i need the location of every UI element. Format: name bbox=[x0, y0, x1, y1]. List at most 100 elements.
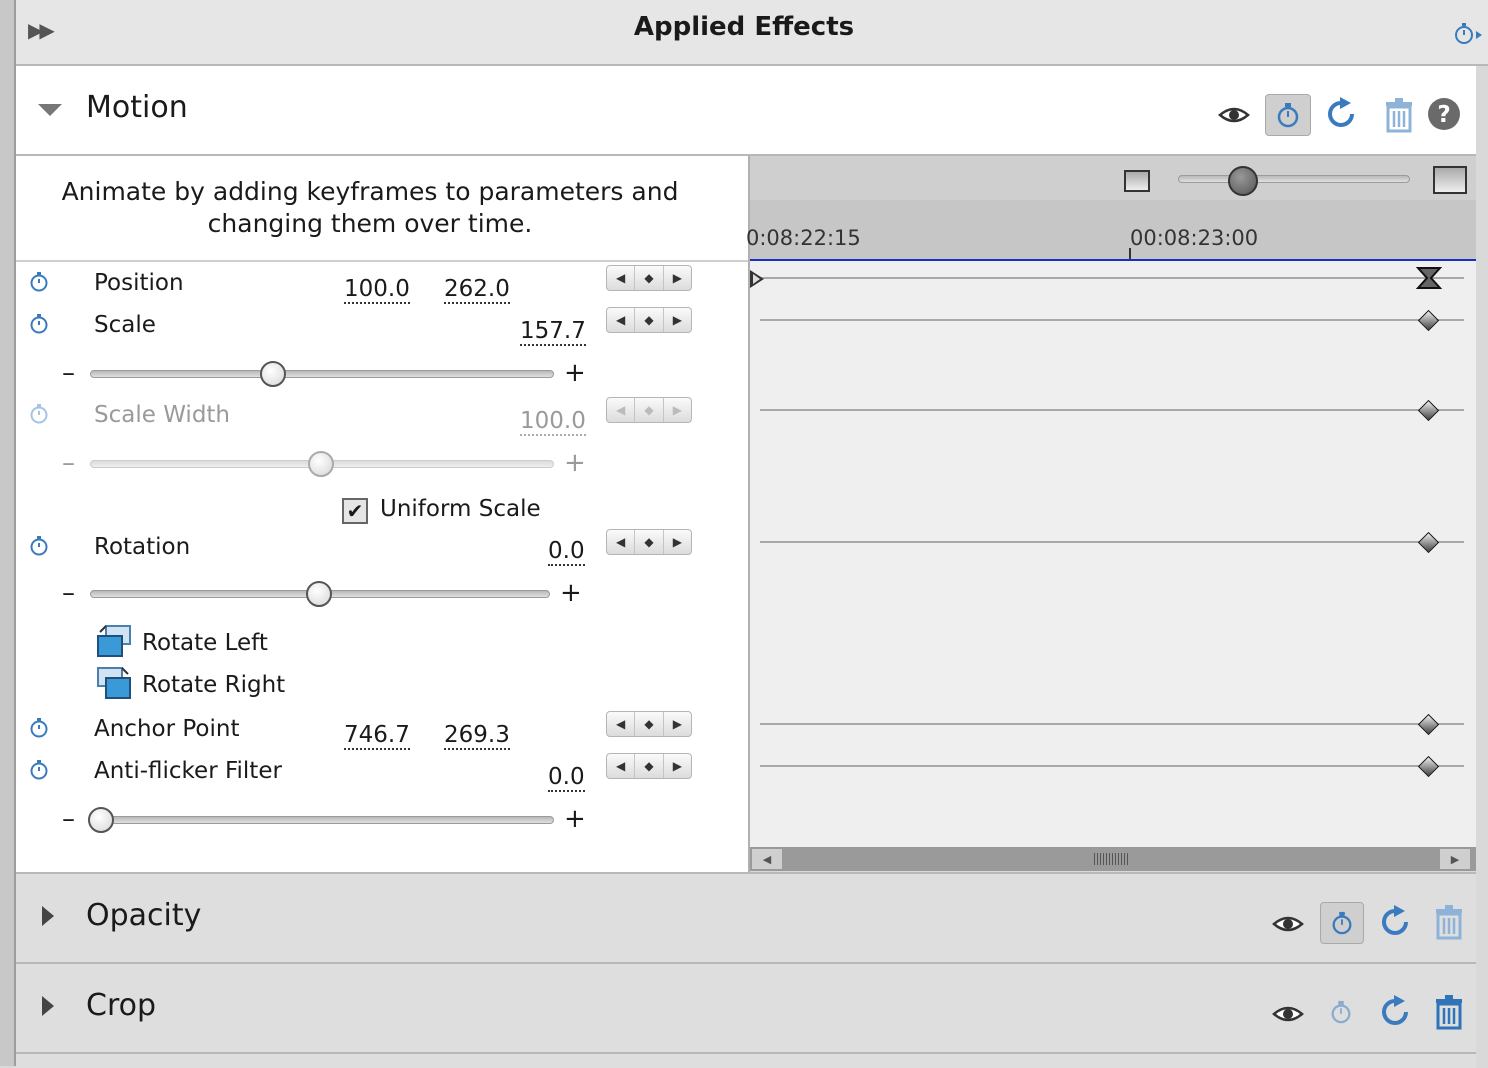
stopwatch-icon[interactable] bbox=[28, 758, 50, 780]
increase-icon[interactable]: + bbox=[564, 358, 586, 388]
position-y-value[interactable]: 262.0 bbox=[444, 276, 510, 304]
motion-title: Motion bbox=[86, 90, 188, 125]
rotate-right-icon[interactable] bbox=[96, 666, 132, 702]
stopwatch-icon bbox=[1332, 911, 1352, 935]
toggle-animation-button[interactable] bbox=[1320, 902, 1364, 944]
zoom-in-icon[interactable] bbox=[1433, 166, 1467, 194]
anti-flicker-slider[interactable] bbox=[90, 816, 554, 824]
next-keyframe-icon[interactable]: ▶ bbox=[664, 308, 691, 332]
next-keyframe-icon[interactable]: ▶ bbox=[664, 754, 691, 778]
rotate-left-label[interactable]: Rotate Left bbox=[142, 630, 268, 656]
left-panel-edge bbox=[0, 0, 16, 1066]
reset-icon[interactable] bbox=[1378, 904, 1414, 940]
current-time-indicator-icon[interactable] bbox=[1416, 266, 1442, 290]
scale-value[interactable]: 157.7 bbox=[520, 318, 586, 346]
stopwatch-icon[interactable] bbox=[1329, 998, 1353, 1026]
anti-flicker-label: Anti-flicker Filter bbox=[94, 758, 282, 784]
anti-flicker-value[interactable]: 0.0 bbox=[548, 764, 585, 792]
reset-icon[interactable] bbox=[1378, 994, 1414, 1030]
position-label: Position bbox=[94, 270, 184, 296]
trash-icon[interactable] bbox=[1383, 97, 1415, 133]
zoom-out-icon[interactable] bbox=[1124, 170, 1150, 192]
decrease-icon[interactable]: – bbox=[62, 578, 75, 608]
anchor-point-x-value[interactable]: 746.7 bbox=[344, 722, 410, 750]
crop-title: Crop bbox=[86, 988, 157, 1023]
opacity-title: Opacity bbox=[86, 898, 202, 933]
stopwatch-icon[interactable] bbox=[28, 270, 50, 292]
zoom-slider[interactable] bbox=[1178, 175, 1410, 183]
keyframe-area[interactable] bbox=[750, 261, 1476, 847]
opacity-section-header[interactable] bbox=[16, 872, 1476, 962]
increase-icon: + bbox=[564, 448, 586, 478]
scale-width-value: 100.0 bbox=[520, 408, 586, 436]
help-icon[interactable]: ? bbox=[1427, 97, 1461, 131]
rotation-slider-knob[interactable] bbox=[306, 581, 332, 607]
collapse-triangle-icon[interactable] bbox=[38, 104, 62, 116]
next-keyframe-icon[interactable]: ▶ bbox=[664, 712, 691, 736]
stopwatch-icon[interactable] bbox=[28, 716, 50, 738]
eye-icon[interactable] bbox=[1272, 912, 1304, 936]
keyframe-track-anti-flicker bbox=[760, 765, 1464, 767]
keyframe-track-rotation bbox=[760, 541, 1464, 543]
reset-icon[interactable] bbox=[1324, 96, 1360, 132]
rotation-label: Rotation bbox=[94, 534, 191, 560]
scale-width-label: Scale Width bbox=[94, 402, 231, 428]
keyframe-marker-fill bbox=[753, 274, 760, 284]
scale-slider[interactable] bbox=[90, 370, 554, 378]
decrease-icon[interactable]: – bbox=[62, 358, 75, 388]
keyframe-nav-anti-flicker[interactable]: ◀ ◆ ▶ bbox=[606, 753, 692, 779]
keyframe-hint: Animate by adding keyframes to parameter… bbox=[61, 177, 679, 238]
prev-keyframe-icon[interactable]: ◀ bbox=[607, 754, 636, 778]
crop-section-header[interactable] bbox=[16, 962, 1476, 1052]
add-keyframe-icon[interactable]: ◆ bbox=[635, 266, 664, 290]
add-keyframe-icon[interactable]: ◆ bbox=[635, 308, 664, 332]
rotate-left-icon[interactable] bbox=[96, 624, 132, 660]
anti-flicker-slider-knob[interactable] bbox=[88, 807, 114, 833]
rotate-right-label[interactable]: Rotate Right bbox=[142, 672, 285, 698]
scroll-right-icon[interactable]: ▶ bbox=[1440, 849, 1470, 869]
scroll-grip-icon[interactable] bbox=[1094, 853, 1128, 865]
trash-icon[interactable] bbox=[1433, 994, 1465, 1030]
keyframe-nav-anchor-point[interactable]: ◀ ◆ ▶ bbox=[606, 711, 692, 737]
scroll-left-icon[interactable]: ◀ bbox=[752, 849, 782, 869]
next-keyframe-icon[interactable]: ▶ bbox=[664, 530, 691, 554]
stopwatch-icon[interactable] bbox=[28, 534, 50, 556]
increase-icon[interactable]: + bbox=[560, 578, 582, 608]
uniform-scale-label: Uniform Scale bbox=[380, 496, 541, 522]
anchor-point-y-value[interactable]: 269.3 bbox=[444, 722, 510, 750]
uniform-scale-checkbox[interactable]: ✔ bbox=[342, 498, 368, 524]
zoom-slider-knob[interactable] bbox=[1228, 166, 1258, 196]
rotation-value[interactable]: 0.0 bbox=[548, 538, 585, 566]
scale-slider-knob[interactable] bbox=[259, 361, 286, 387]
scale-label: Scale bbox=[94, 312, 156, 338]
keyframe-nav-position[interactable]: ◀ ◆ ▶ bbox=[606, 265, 692, 291]
stopwatch-icon[interactable] bbox=[28, 312, 50, 334]
keyframe-track-anchor-point bbox=[760, 723, 1464, 725]
increase-icon[interactable]: + bbox=[564, 804, 586, 834]
prev-keyframe-icon[interactable]: ◀ bbox=[607, 712, 636, 736]
expand-triangle-icon[interactable] bbox=[42, 906, 54, 926]
stopwatch-menu-icon[interactable] bbox=[1452, 20, 1486, 46]
prev-keyframe-icon[interactable]: ◀ bbox=[607, 308, 636, 332]
next-keyframe-icon[interactable]: ▶ bbox=[664, 266, 691, 290]
eye-icon[interactable] bbox=[1272, 1002, 1304, 1026]
stopwatch-icon bbox=[30, 404, 48, 424]
expand-triangle-icon[interactable] bbox=[42, 996, 54, 1016]
add-keyframe-icon[interactable]: ◆ bbox=[635, 530, 664, 554]
keyframe-nav-scale-width: ◀ ◆ ▶ bbox=[606, 397, 692, 423]
position-x-value[interactable]: 100.0 bbox=[344, 276, 410, 304]
keyframe-nav-scale[interactable]: ◀ ◆ ▶ bbox=[606, 307, 692, 333]
trash-icon[interactable] bbox=[1433, 904, 1465, 940]
add-keyframe-icon[interactable]: ◆ bbox=[635, 712, 664, 736]
keyframe-nav-rotation[interactable]: ◀ ◆ ▶ bbox=[606, 529, 692, 555]
prev-keyframe-icon[interactable]: ◀ bbox=[607, 266, 636, 290]
toggle-animation-button[interactable] bbox=[1265, 94, 1311, 136]
scale-width-slider-knob bbox=[308, 451, 334, 477]
add-keyframe-icon[interactable]: ◆ bbox=[635, 754, 664, 778]
decrease-icon[interactable]: – bbox=[62, 804, 75, 834]
panel-title: Applied Effects bbox=[633, 12, 855, 42]
timecode-tick: 0:08:22:15 bbox=[746, 226, 861, 250]
prev-keyframe-icon[interactable]: ◀ bbox=[607, 530, 636, 554]
eye-icon[interactable] bbox=[1218, 103, 1250, 127]
keyframe-track-scale-width bbox=[760, 409, 1464, 411]
